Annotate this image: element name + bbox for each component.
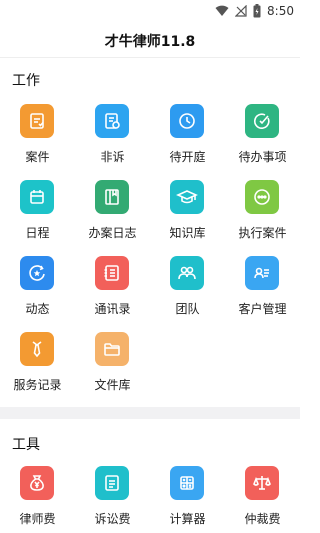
tool-item-calculator[interactable]: 计算器 <box>150 466 225 533</box>
signal-icon <box>235 5 247 17</box>
tool-item-label: 仲裁费 <box>244 512 281 526</box>
work-item-contacts[interactable]: 通讯录 <box>75 256 150 328</box>
tool-item-litigation-fee[interactable]: 诉讼费 <box>75 466 150 533</box>
team-icon <box>178 266 196 280</box>
work-item-label: 服务记录 <box>13 378 62 392</box>
graduation-cap-icon <box>176 190 198 204</box>
work-item-label: 通讯录 <box>94 302 131 316</box>
tile <box>20 180 54 214</box>
check-circle-icon <box>254 113 270 129</box>
tile <box>245 466 279 500</box>
address-book-icon <box>104 265 119 281</box>
wifi-icon <box>215 5 229 16</box>
work-item-label: 待办事项 <box>238 150 287 164</box>
client-card-icon <box>254 267 269 279</box>
tile <box>20 466 54 500</box>
work-item-knowledge-base[interactable]: 知识库 <box>150 180 225 252</box>
work-item-team[interactable]: 团队 <box>150 256 225 328</box>
clock-icon <box>179 113 195 129</box>
page-title: 才牛律师11.8 <box>104 34 196 50</box>
work-item-service-record[interactable]: 服务记录 <box>0 332 75 404</box>
calendar-icon <box>30 190 44 204</box>
star-refresh-icon <box>29 265 45 281</box>
tile <box>170 104 204 138</box>
scales-icon <box>253 476 271 490</box>
more-dots-icon <box>254 189 270 205</box>
litigation-fee-icon <box>105 475 119 491</box>
work-item-todo[interactable]: 待办事项 <box>225 104 300 176</box>
folder-icon <box>104 343 120 356</box>
status-time: 8:50 <box>267 4 294 18</box>
work-item-label: 文件库 <box>94 378 131 392</box>
tile <box>20 332 54 366</box>
work-item-non-litigation[interactable]: 非诉 <box>75 104 150 176</box>
book-icon <box>105 189 119 205</box>
tile <box>95 180 129 214</box>
work-item-file-library[interactable]: 文件库 <box>75 332 150 404</box>
tile <box>170 180 204 214</box>
tile <box>95 332 129 366</box>
battery-icon <box>253 4 261 18</box>
work-item-case-log[interactable]: 办案日志 <box>75 180 150 252</box>
work-item-label: 执行案件 <box>238 226 287 240</box>
tile <box>95 466 129 500</box>
work-item-label: 待开庭 <box>169 150 206 164</box>
money-bag-icon <box>30 475 44 491</box>
tool-item-lawyer-fee[interactable]: 律师费 <box>0 466 75 533</box>
work-item-label: 团队 <box>175 302 200 316</box>
non-litigation-icon <box>105 113 120 129</box>
tile <box>245 256 279 290</box>
tile <box>170 256 204 290</box>
work-item-activity[interactable]: 动态 <box>0 256 75 328</box>
tile <box>245 104 279 138</box>
work-item-label: 日程 <box>25 226 50 240</box>
tile <box>20 104 54 138</box>
tile <box>20 256 54 290</box>
case-icon <box>30 113 44 129</box>
work-item-client-management[interactable]: 客户管理 <box>225 256 300 328</box>
work-item-label: 案件 <box>25 150 50 164</box>
tile <box>95 256 129 290</box>
section-divider <box>0 407 300 419</box>
tile <box>95 104 129 138</box>
tool-item-label: 计算器 <box>169 512 206 526</box>
calculator-icon <box>180 476 194 490</box>
tie-icon <box>32 341 42 358</box>
work-item-label: 办案日志 <box>88 226 137 240</box>
work-item-pending-hearing[interactable]: 待开庭 <box>150 104 225 176</box>
tile <box>170 466 204 500</box>
section-title-work: 工作 <box>12 73 40 89</box>
work-item-label: 知识库 <box>169 226 206 240</box>
status-icons: 8:50 <box>215 2 294 20</box>
tool-item-label: 律师费 <box>19 512 56 526</box>
status-bar: 8:50 <box>0 0 300 22</box>
section-title-tools: 工具 <box>12 437 40 453</box>
tool-item-arbitration-fee[interactable]: 仲裁费 <box>225 466 300 533</box>
tool-item-label: 诉讼费 <box>94 512 131 526</box>
work-item-label: 客户管理 <box>238 302 287 316</box>
work-item-label: 动态 <box>25 302 50 316</box>
work-item-label: 非诉 <box>100 150 125 164</box>
work-item-schedule[interactable]: 日程 <box>0 180 75 252</box>
work-item-execution-case[interactable]: 执行案件 <box>225 180 300 252</box>
tile <box>245 180 279 214</box>
app-header: 才牛律师11.8 <box>0 22 300 58</box>
work-item-case[interactable]: 案件 <box>0 104 75 176</box>
